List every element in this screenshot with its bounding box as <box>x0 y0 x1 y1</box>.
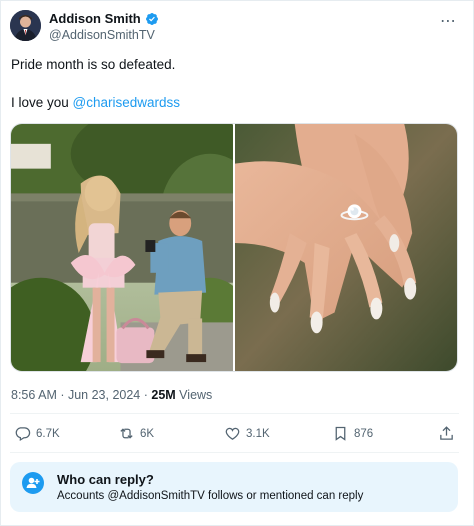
share-icon <box>440 426 453 440</box>
timestamp[interactable]: 8:56 AM · Jun 23, 2024 · <box>11 388 151 402</box>
share-button[interactable] <box>438 425 455 442</box>
views-count: 25M <box>151 388 176 402</box>
bookmark-button[interactable]: 876 <box>332 425 373 442</box>
author-handle[interactable]: @AddisonSmithTV <box>49 28 155 42</box>
avatar-image <box>10 10 41 41</box>
tweet-text-prefix: I love you <box>11 95 73 110</box>
bookmark-icon <box>335 426 346 441</box>
more-options-icon[interactable]: ⋯ <box>440 11 457 31</box>
avatar[interactable] <box>10 10 41 41</box>
divider-bottom <box>10 452 459 453</box>
reply-button[interactable]: 6.7K <box>14 425 60 442</box>
tweet-card: Addison Smith @AddisonSmithTV ⋯ Pride mo… <box>0 0 474 526</box>
like-count: 3.1K <box>246 427 270 440</box>
media-grid <box>10 123 458 372</box>
proposal-photo[interactable] <box>11 124 233 371</box>
divider-top <box>10 413 459 414</box>
tweet-text-line-1: Pride month is so defeated. <box>11 57 176 72</box>
engagement-ring-photo-image <box>235 124 457 371</box>
views-label: Views <box>175 388 213 402</box>
heart-icon <box>225 427 240 440</box>
repost-icon <box>120 428 133 439</box>
author-name-line: Addison Smith <box>49 11 159 26</box>
author-name[interactable]: Addison Smith <box>49 11 141 26</box>
engagement-ring-photo[interactable] <box>235 124 457 371</box>
repost-count: 6K <box>140 427 155 440</box>
verified-badge-icon <box>145 12 158 25</box>
action-bar: 6.7K 6K 3.1K 876 <box>1 425 474 445</box>
tweet-meta: 8:56 AM · Jun 23, 2024 · 25M Views <box>11 388 212 402</box>
repost-button[interactable]: 6K <box>118 425 154 442</box>
mention-link[interactable]: @charisedwardss <box>73 95 181 110</box>
proposal-photo-image <box>11 124 233 371</box>
like-button[interactable]: 3.1K <box>224 425 270 442</box>
bookmark-count: 876 <box>354 427 374 440</box>
tweet-text-line-2: I love you @charisedwardss <box>11 95 180 110</box>
reply-settings-notice: Who can reply? Accounts @AddisonSmithTV … <box>10 462 458 512</box>
reply-settings-subtitle: Accounts @AddisonSmithTV follows or ment… <box>57 490 364 502</box>
reply-settings-title: Who can reply? <box>57 472 154 487</box>
reply-icon <box>15 427 31 442</box>
people-icon <box>22 472 44 494</box>
reply-count: 6.7K <box>36 427 60 440</box>
